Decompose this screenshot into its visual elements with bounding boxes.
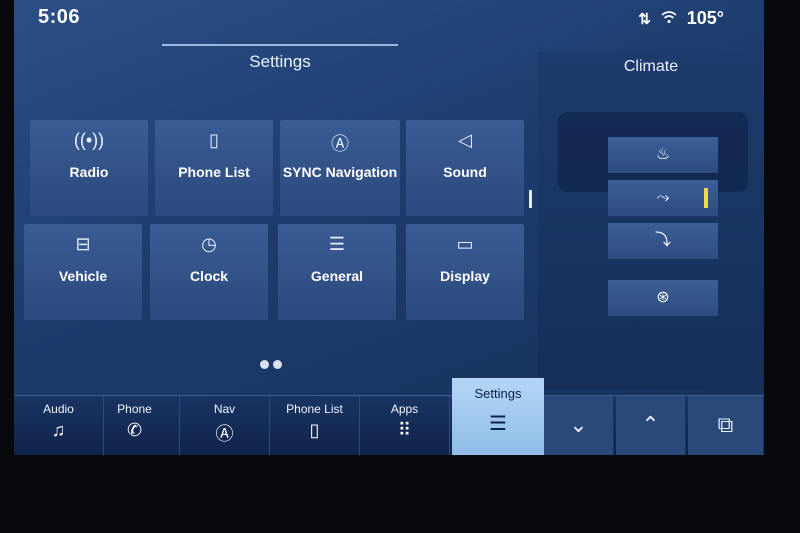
settings-title: Settings [249, 52, 311, 71]
page-indicator [260, 360, 282, 369]
tile-label: SYNC Navigation [282, 164, 398, 180]
speaker-icon: ◁ [458, 130, 472, 150]
navigation-icon: Ⓐ [331, 134, 349, 154]
sliders-icon: ☰ [328, 234, 346, 254]
defrost-icon: ♨ [655, 146, 671, 163]
tile-label: General [310, 268, 364, 284]
clock-icon: ◷ [201, 234, 217, 254]
nav-label: Apps [390, 402, 419, 416]
page-dot [273, 360, 282, 369]
tile-vehicle[interactable]: ⊟ Vehicle [24, 224, 142, 320]
tile-phone-list[interactable]: ▯ Phone List [155, 120, 273, 216]
scroll-indicator [529, 190, 532, 208]
face-vent-button[interactable]: ⤳ [608, 180, 718, 216]
tile-sound[interactable]: ◁ Sound [406, 120, 524, 216]
phone-list-icon: ▯ [309, 420, 320, 440]
chevron-down-icon: ⌄ [569, 412, 588, 437]
status-icons: ⇅ 105° [638, 8, 724, 29]
tile-label: Phone List [178, 164, 250, 180]
heated-steering-icon: ⊛ [656, 289, 670, 306]
seat-airflow-icon: ⤵ [654, 232, 671, 249]
tile-general[interactable]: ☰ General [278, 224, 396, 320]
phone-icon: ✆ [126, 420, 143, 440]
tile-sync-navigation[interactable]: Ⓐ SYNC Navigation [280, 120, 400, 216]
outside-temperature: 105° [686, 8, 724, 28]
nav-phone-list[interactable]: Phone List ▯ [270, 396, 360, 455]
phone-list-icon: ▯ [209, 130, 219, 150]
chevron-up-icon: ⌃ [641, 412, 660, 437]
nav-settings[interactable]: Settings ☰ [452, 378, 544, 455]
tile-label: Radio [69, 164, 109, 180]
nav-label: Settings [474, 386, 522, 401]
radio-antenna-icon: ((•)) [73, 130, 105, 150]
bottom-nav-bar: Audio ♫ Phone ✆ Nav Ⓐ Phone List ▯ Apps … [14, 395, 764, 455]
multitask-icon: ⧉ [717, 412, 734, 437]
wifi-icon [661, 10, 677, 28]
nav-phone[interactable]: Phone ✆ [90, 396, 180, 455]
seat-airflow-button[interactable]: ⤵ [608, 223, 718, 259]
apps-grid-icon: ⠿ [397, 420, 412, 440]
data-transfer-icon: ⇅ [638, 10, 651, 28]
tile-clock[interactable]: ◷ Clock [150, 224, 268, 320]
display-icon: ▭ [456, 234, 474, 254]
tile-label: Display [440, 268, 490, 284]
tile-label: Vehicle [58, 268, 108, 284]
tile-label: Clock [189, 268, 229, 284]
nav-label: Phone [117, 402, 152, 416]
scroll-down-button[interactable]: ⌄ [544, 396, 614, 455]
sliders-icon: ☰ [489, 413, 507, 435]
heated-steering-button[interactable]: ⊛ [608, 280, 718, 316]
nav-label: Nav [213, 402, 236, 416]
clock-time: 5:06 [38, 6, 81, 28]
nav-label: Phone List [286, 402, 343, 416]
tile-radio[interactable]: ((•)) Radio [30, 120, 148, 216]
tile-display[interactable]: ▭ Display [406, 224, 524, 320]
navigation-icon: Ⓐ [215, 424, 234, 444]
nav-nav[interactable]: Nav Ⓐ [180, 396, 270, 455]
status-bar: 5:06 ⇅ 105° [14, 0, 764, 40]
scroll-up-button[interactable]: ⌃ [616, 396, 686, 455]
climate-title[interactable]: Climate [538, 58, 764, 76]
vehicle-icon: ⊟ [75, 234, 91, 254]
tile-label: Sound [443, 164, 487, 180]
face-vent-icon: ⤳ [656, 189, 670, 206]
infotainment-screen: 5:06 ⇅ 105° Settings ((•)) Radio ▯ Phone… [14, 0, 764, 455]
page-dot [260, 360, 269, 369]
title-underline [162, 44, 398, 46]
multitask-button[interactable]: ⧉ [688, 396, 764, 455]
climate-panel: Climate ♨ ⤳ ⤵ ⊛ [538, 52, 764, 390]
active-indicator [704, 188, 708, 208]
defrost-button[interactable]: ♨ [608, 137, 718, 173]
settings-panel: Settings ((•)) Radio ▯ Phone List Ⓐ SYNC… [14, 40, 536, 385]
nav-apps[interactable]: Apps ⠿ [360, 396, 450, 455]
